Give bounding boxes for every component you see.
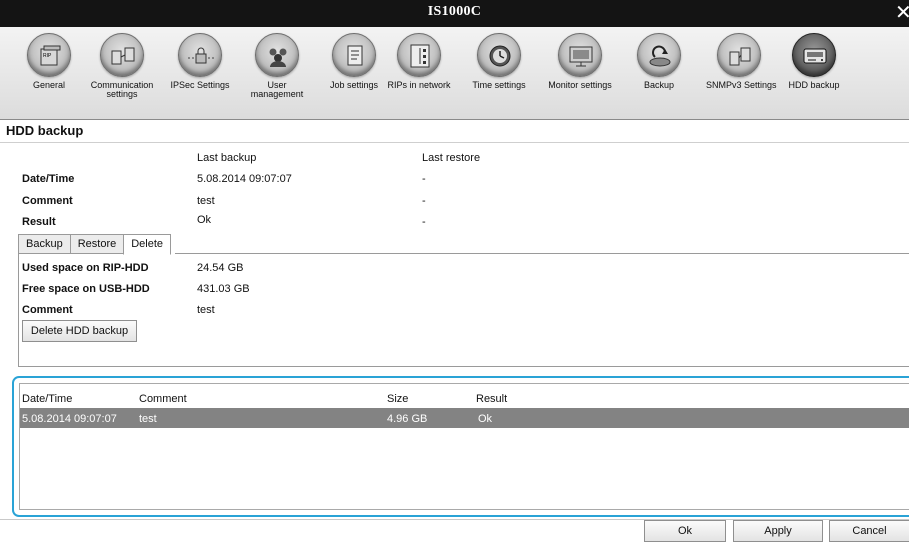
free-space-label: Free space on USB-HDD [22, 283, 150, 295]
tab-backup[interactable]: Backup [18, 234, 70, 254]
toolbar-item-communication[interactable]: Communication settings [89, 31, 155, 117]
row-datetime: 5.08.2014 09:07:07 [22, 413, 117, 425]
summary-backup-datetime: 5.08.2014 09:07:07 [197, 173, 292, 185]
ok-button[interactable]: Ok [644, 520, 726, 542]
panel-border [18, 254, 19, 367]
backup-tabs: Backup Restore Delete [18, 234, 172, 255]
backup-icon [637, 33, 681, 77]
toolbar-item-rips-in-network[interactable]: RIPs in network [386, 31, 452, 117]
toolbar-item-general[interactable]: RIP General [16, 31, 82, 117]
summary-backup-result: Ok [197, 214, 212, 226]
toolbar-item-job-settings[interactable]: Job settings [321, 31, 387, 117]
toolbar-label: IPSec Settings [170, 80, 230, 90]
comment-label: Comment [22, 304, 73, 316]
page-title: HDD backup [6, 123, 84, 138]
used-space-value: 24.54 GB [197, 262, 244, 274]
clock-icon [477, 33, 521, 77]
users-icon [255, 33, 299, 77]
delete-hdd-backup-button[interactable]: Delete HDD backup [22, 320, 137, 342]
job-document-icon [332, 33, 376, 77]
svg-text:RIP: RIP [43, 53, 52, 59]
summary-backup-comment: test [197, 195, 215, 207]
toolbar-item-snmpv3[interactable]: SNMPv3 Settings [706, 31, 777, 117]
rip-server-icon: RIP [27, 33, 71, 77]
toolbar-label: User management [250, 80, 304, 99]
settings-toolbar: RIP General Communication settings IPSec… [0, 27, 909, 120]
tab-restore[interactable]: Restore [69, 234, 124, 254]
last-backup-header: Last backup [197, 152, 257, 164]
panel-border [18, 366, 909, 367]
last-restore-header: Last restore [422, 152, 481, 164]
toolbar-label: Backup [643, 80, 675, 90]
snmp-icon [717, 33, 761, 77]
row-size: 4.96 GB [387, 413, 428, 425]
backup-history-list: Date/Time Comment Size Result 5.08.2014 … [12, 376, 909, 517]
summary-label-datetime: Date/Time [22, 173, 75, 185]
network-icon [397, 33, 441, 77]
communication-icon [100, 33, 144, 77]
toolbar-label: RIPs in network [387, 80, 451, 90]
toolbar-label: Time settings [472, 80, 526, 90]
window-title: IS1000C [427, 4, 482, 19]
summary-restore-result: - [422, 216, 426, 228]
close-icon[interactable]: ✕ [895, 1, 909, 25]
toolbar-label: SNMPv3 Settings [706, 80, 777, 90]
free-space-value: 431.03 GB [197, 283, 250, 295]
hdd-icon [792, 33, 836, 77]
toolbar-label: HDD backup [788, 80, 840, 90]
toolbar-item-backup[interactable]: Backup [626, 31, 692, 117]
toolbar-item-hdd-backup[interactable]: HDD backup [781, 31, 847, 117]
summary-restore-comment: - [422, 195, 426, 207]
comment-value: test [197, 304, 215, 316]
toolbar-label: Monitor settings [548, 80, 612, 90]
column-header-result[interactable]: Result [476, 393, 507, 405]
toolbar-item-ipsec[interactable]: IPSec Settings [167, 31, 233, 117]
title-bar: IS1000C ✕ [0, 0, 909, 27]
toolbar-label: General [32, 80, 66, 90]
toolbar-label: Job settings [329, 80, 379, 90]
cancel-button[interactable]: Cancel [829, 520, 909, 542]
summary-restore-datetime: - [422, 173, 426, 185]
toolbar-item-time-settings[interactable]: Time settings [466, 31, 532, 117]
used-space-label: Used space on RIP-HDD [22, 262, 149, 274]
summary-label-result: Result [22, 216, 56, 228]
toolbar-item-monitor-settings[interactable]: Monitor settings [547, 31, 613, 117]
column-header-comment[interactable]: Comment [139, 393, 187, 405]
ipsec-lock-icon [178, 33, 222, 77]
summary-label-comment: Comment [22, 195, 73, 207]
tab-divider [175, 253, 909, 254]
row-result: Ok [478, 413, 493, 425]
toolbar-item-user-management[interactable]: User management [244, 31, 310, 117]
apply-button[interactable]: Apply [733, 520, 823, 542]
table-row[interactable]: 5.08.2014 09:07:07 test 4.96 GB Ok [20, 408, 909, 428]
toolbar-label: Communication settings [90, 80, 154, 99]
column-header-datetime[interactable]: Date/Time [22, 393, 72, 405]
row-comment: test [139, 413, 157, 425]
divider [0, 142, 909, 143]
history-table: Date/Time Comment Size Result 5.08.2014 … [19, 383, 909, 510]
monitor-icon [558, 33, 602, 77]
column-header-size[interactable]: Size [387, 393, 408, 405]
tab-delete[interactable]: Delete [123, 234, 172, 255]
